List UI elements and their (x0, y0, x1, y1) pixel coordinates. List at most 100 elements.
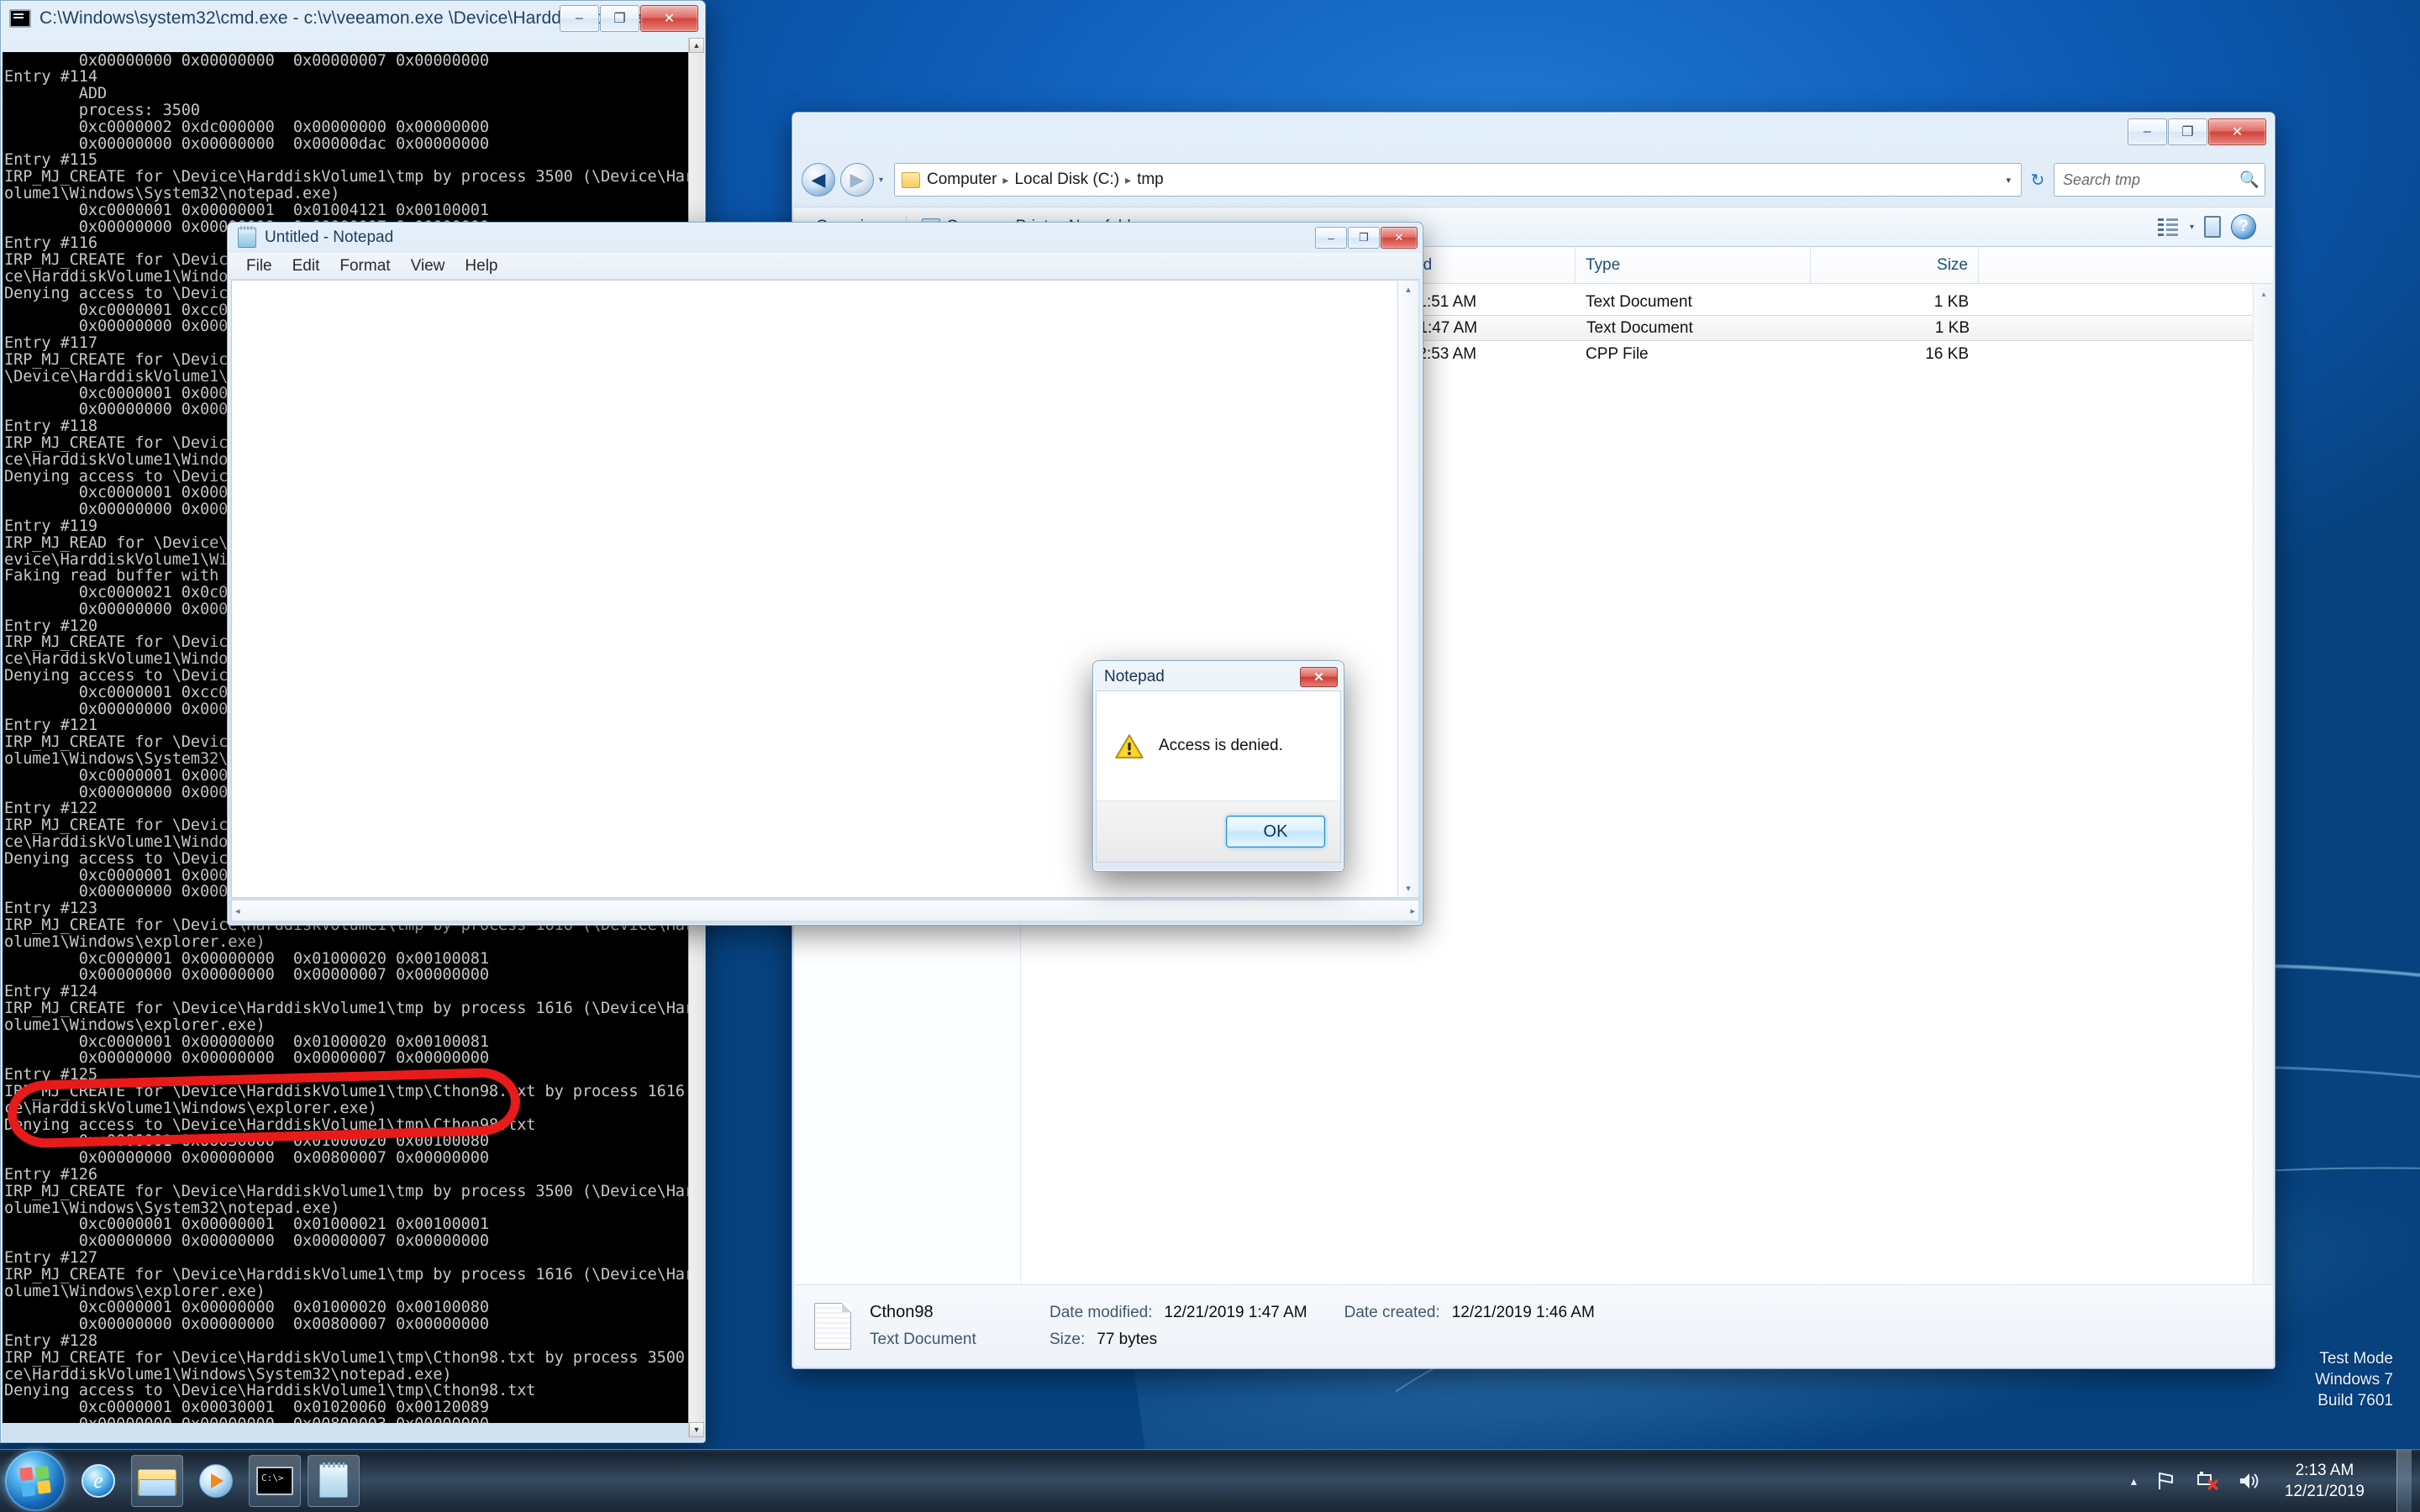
cmd-icon (256, 1467, 293, 1495)
menu-item-edit[interactable]: Edit (284, 255, 329, 278)
search-icon[interactable]: 🔍 (2239, 170, 2260, 190)
taskbar-button-internet-explorer[interactable]: e (72, 1455, 124, 1507)
scroll-down-icon[interactable]: ▾ (1406, 883, 1411, 894)
taskbar[interactable]: e ▴ (0, 1449, 2420, 1512)
explorer-navigation-bar: ◀ ▶ ▾ Computer ▸ Local Disk (C:) ▸ tmp ▾… (802, 156, 2265, 203)
back-icon[interactable]: ◀ (802, 163, 835, 197)
menu-item-format[interactable]: Format (331, 255, 398, 278)
refresh-icon[interactable]: ↻ (2027, 170, 2049, 191)
taskbar-clock[interactable]: 2:13 AM 12/21/2019 (2280, 1460, 2378, 1502)
console-icon (9, 9, 31, 28)
column-header-size[interactable]: Size (1811, 247, 1979, 283)
notepad-horizontal-scrollbar[interactable]: ◂ ▸ (231, 900, 1419, 921)
dialog-message: Access is denied. (1159, 737, 1283, 754)
details-line-1: Cthon98 Date modified: 12/21/2019 1:47 A… (870, 1303, 1595, 1322)
details-date-created-value: 12/21/2019 1:46 AM (1451, 1304, 1595, 1321)
file-size-cell: 16 KB (1925, 344, 1969, 363)
forward-icon[interactable]: ▶ (840, 163, 874, 197)
show-desktop-button[interactable] (2396, 1450, 2412, 1512)
chevron-down-icon[interactable]: ▾ (2190, 223, 2194, 232)
ie-icon: e (82, 1464, 115, 1498)
access-denied-dialog[interactable]: Notepad ✕ Access is denied. OK (1092, 660, 1344, 872)
show-hidden-icons-icon[interactable]: ▴ (2131, 1475, 2137, 1487)
watermark-line-3: Build 7601 (2317, 1392, 2393, 1410)
scroll-up-icon[interactable]: ▲ (689, 38, 704, 53)
preview-pane-icon[interactable] (2204, 216, 2221, 238)
search-box[interactable]: Search tmp 🔍 (2054, 163, 2265, 197)
scroll-right-icon[interactable]: ▸ (1410, 906, 1415, 916)
dialog-footer: OK (1096, 801, 1341, 863)
dialog-close-button[interactable]: ✕ (1300, 667, 1338, 687)
clock-date: 12/21/2019 (2284, 1483, 2365, 1500)
details-file-type: Text Document (870, 1331, 976, 1348)
dialog-body: Access is denied. (1096, 690, 1341, 801)
folder-icon (902, 171, 920, 188)
file-type-cell: Text Document (1586, 318, 1693, 337)
scroll-down-icon[interactable]: ▼ (689, 1422, 704, 1437)
notepad-menu-bar: File Edit Format View Help (229, 253, 1421, 280)
menu-item-view[interactable]: View (402, 255, 454, 278)
toolbar-right-group: ▾ ? (2157, 214, 2261, 239)
cmd-close-button[interactable]: ✕ (640, 5, 698, 32)
test-mode-watermark: Test Mode Windows 7 Build 7601 (2315, 1348, 2393, 1411)
cmd-minimize-button[interactable]: – (560, 5, 599, 32)
scroll-up-icon[interactable]: ▴ (2254, 284, 2274, 304)
address-bar[interactable]: Computer ▸ Local Disk (C:) ▸ tmp ▾ (894, 163, 2022, 197)
file-type-cell: CPP File (1586, 344, 1649, 363)
menu-item-file[interactable]: File (238, 255, 281, 278)
file-size-cell: 1 KB (1933, 292, 1969, 311)
notepad-minimize-button[interactable]: – (1315, 227, 1347, 249)
details-line-2: Text Document Size: 77 bytes (870, 1331, 1595, 1349)
speaker-icon[interactable] (2238, 1470, 2261, 1492)
view-list-icon[interactable] (2157, 217, 2180, 237)
breadcrumb-separator: ▸ (1002, 172, 1009, 186)
flag-icon[interactable] (2155, 1470, 2177, 1492)
notepad-vertical-scrollbar[interactable]: ▴ ▾ (1397, 280, 1419, 898)
start-button[interactable] (5, 1451, 66, 1511)
file-size-cell: 1 KB (1934, 318, 1970, 337)
warning-icon (1115, 733, 1144, 759)
taskbar-button-windows-media-player[interactable] (190, 1455, 242, 1507)
breadcrumb-computer[interactable]: Computer (927, 171, 997, 189)
watermark-line-2: Windows 7 (2315, 1371, 2393, 1389)
desktop[interactable]: Test Mode Windows 7 Build 7601 – ❐ ✕ ◀ ▶… (0, 0, 2420, 1512)
notepad-icon (319, 1462, 348, 1498)
details-size-value: 77 bytes (1097, 1331, 1158, 1348)
taskbar-button-notepad[interactable] (308, 1455, 360, 1507)
scroll-left-icon[interactable]: ◂ (235, 906, 240, 916)
explorer-minimize-button[interactable]: – (2128, 118, 2167, 145)
media-player-icon (199, 1464, 233, 1498)
breadcrumb-tmp[interactable]: tmp (1137, 171, 1164, 189)
file-list-scrollbar[interactable]: ▴ (2253, 284, 2273, 1367)
notepad-caption-buttons: – ❐ ✕ (1315, 227, 1418, 249)
menu-item-help[interactable]: Help (456, 255, 506, 278)
history-dropdown-icon[interactable]: ▾ (879, 176, 889, 185)
taskbar-button-command-prompt[interactable] (249, 1455, 301, 1507)
notepad-close-button[interactable]: ✕ (1381, 227, 1418, 249)
breadcrumb-local-disk[interactable]: Local Disk (C:) (1014, 171, 1119, 189)
notepad-title-text: Untitled - Notepad (265, 228, 394, 246)
notepad-restore-button[interactable]: ❐ (1348, 227, 1380, 249)
details-file-name: Cthon98 (870, 1303, 934, 1321)
network-error-icon[interactable] (2196, 1470, 2219, 1492)
file-type-cell: Text Document (1586, 292, 1692, 311)
notepad-title-bar[interactable]: Untitled - Notepad – ❐ ✕ (228, 223, 1423, 253)
details-pane: Cthon98 Date modified: 12/21/2019 1:47 A… (794, 1284, 2273, 1367)
column-header-type[interactable]: Type (1576, 247, 1811, 283)
chevron-down-icon[interactable]: ▾ (1999, 175, 2018, 186)
dialog-title-bar: Notepad ✕ (1096, 664, 1341, 690)
windows-logo-icon (19, 1465, 51, 1497)
dialog-title: Notepad (1104, 668, 1165, 685)
scroll-up-icon[interactable]: ▴ (1406, 284, 1411, 295)
explorer-close-button[interactable]: ✕ (2208, 118, 2266, 145)
explorer-restore-button[interactable]: ❐ (2168, 118, 2207, 145)
cmd-title-bar[interactable]: C:\Windows\system32\cmd.exe - c:\v\veeam… (1, 1, 705, 36)
details-size-label: Size: (1050, 1331, 1086, 1348)
search-input[interactable]: Search tmp (2063, 171, 2140, 189)
cmd-restore-button[interactable]: ❐ (600, 5, 639, 32)
explorer-caption-buttons: – ❐ ✕ (2128, 118, 2266, 145)
taskbar-button-windows-explorer[interactable] (131, 1455, 183, 1507)
ok-button[interactable]: OK (1226, 816, 1325, 848)
help-icon[interactable]: ? (2231, 214, 2256, 239)
folder-icon (138, 1466, 176, 1496)
